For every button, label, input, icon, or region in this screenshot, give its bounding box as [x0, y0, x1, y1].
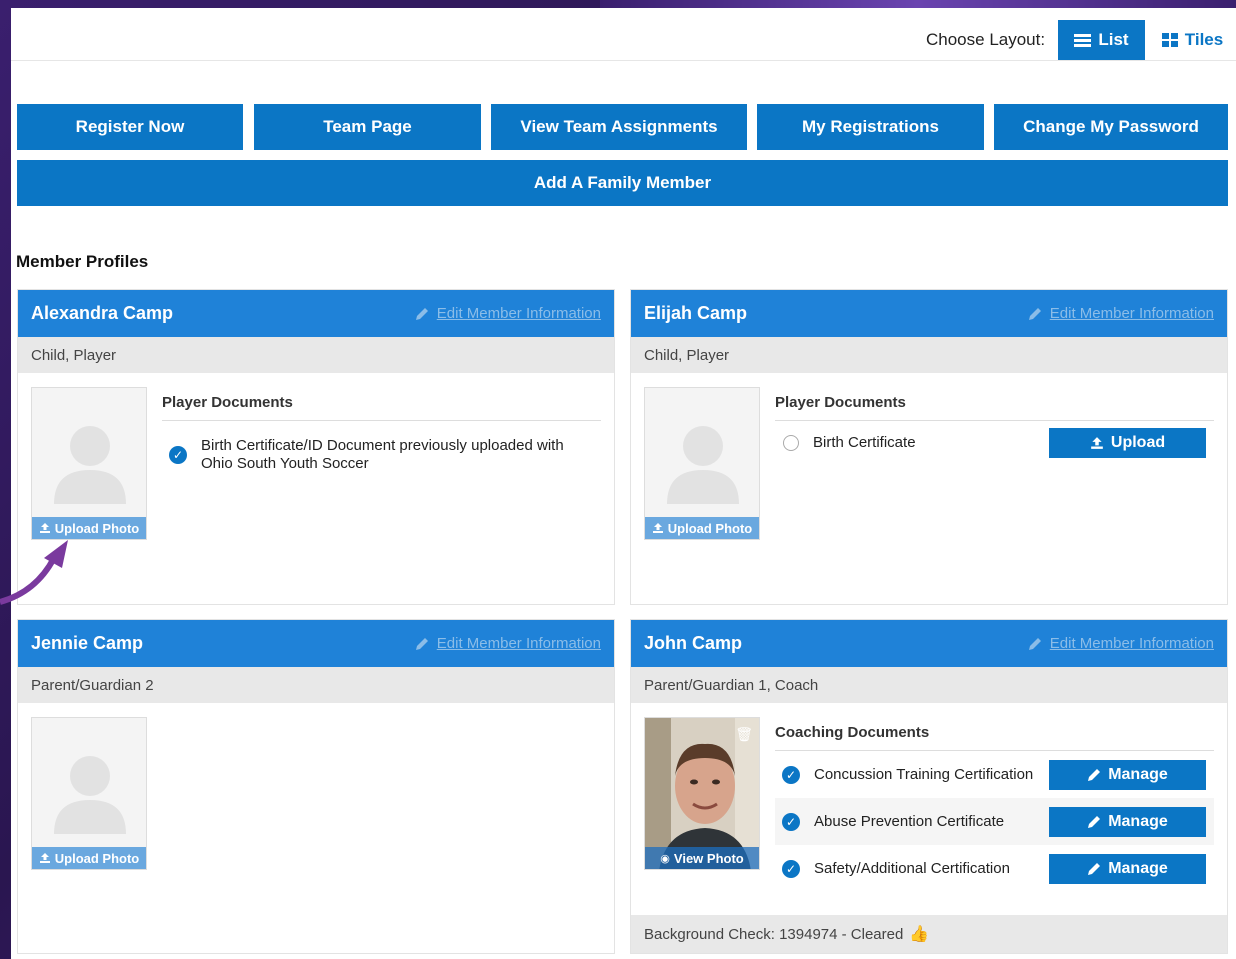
documents-section: Player Documents ✓ Birth Certificate/ID … — [162, 387, 601, 489]
eye-icon: ◉ — [660, 852, 670, 865]
documents-title: Player Documents — [775, 387, 1214, 421]
background-check-status: Background Check: 1394974 - Cleared 👍 — [631, 915, 1227, 953]
avatar-placeholder-icon — [54, 756, 126, 834]
document-name: Birth Certificate — [813, 434, 916, 451]
documents-title: Player Documents — [162, 387, 601, 421]
documents-section: Coaching Documents ✓ Concussion Training… — [775, 717, 1214, 892]
photo-box: 🗑 ◉ View Photo — [644, 717, 760, 870]
list-layout-label: List — [1098, 30, 1129, 49]
manage-document-button[interactable]: Manage — [1049, 759, 1206, 790]
view-photo-label: View Photo — [673, 850, 744, 866]
register-now-button[interactable]: Register Now — [17, 104, 243, 150]
edit-member-label: Edit Member Information — [1049, 635, 1214, 652]
member-card-elijah: Elijah Camp Edit Member Information Chil… — [630, 289, 1228, 605]
document-row: Birth Certificate Upload — [775, 421, 1214, 465]
member-role: Child, Player — [18, 337, 614, 373]
upload-icon — [39, 853, 50, 863]
document-name: Concussion Training Certification — [814, 765, 1034, 783]
upload-document-label: Upload — [1110, 434, 1166, 451]
member-role: Parent/Guardian 1, Coach — [631, 667, 1227, 703]
avatar-placeholder-icon — [54, 426, 126, 504]
view-photo-button[interactable]: ◉ View Photo — [645, 847, 759, 869]
tiles-layout-label: Tiles — [1184, 30, 1224, 49]
member-name: Jennie Camp — [31, 633, 144, 653]
annotation-arrow-icon — [0, 540, 68, 605]
tiles-icon — [1161, 33, 1178, 47]
layout-label: Choose Layout: — [926, 30, 1046, 49]
manage-document-button[interactable]: Manage — [1049, 806, 1206, 837]
edit-member-label: Edit Member Information — [436, 635, 601, 652]
pencil-icon — [1028, 307, 1041, 320]
member-role: Child, Player — [631, 337, 1227, 373]
view-team-assignments-button[interactable]: View Team Assignments — [491, 104, 747, 150]
check-circle-icon: ✓ — [782, 859, 800, 878]
member-card-jennie: Jennie Camp Edit Member Information Pare… — [17, 619, 615, 954]
list-icon — [1074, 32, 1092, 49]
card-header: Jennie Camp Edit Member Information — [18, 620, 614, 667]
check-circle-icon: ✓ — [782, 765, 800, 784]
avatar-placeholder-icon — [667, 426, 739, 504]
documents-section: Player Documents Birth Certificate Uploa… — [775, 387, 1214, 465]
upload-photo-button[interactable]: Upload Photo — [32, 847, 146, 869]
edit-member-link[interactable]: Edit Member Information — [1028, 305, 1214, 322]
pencil-icon — [415, 637, 428, 650]
card-header: Alexandra Camp Edit Member Information — [18, 290, 614, 337]
check-circle-icon: ✓ — [782, 812, 800, 831]
photo-box: Upload Photo — [31, 387, 147, 540]
manage-label: Manage — [1108, 765, 1168, 783]
pencil-icon — [1028, 637, 1041, 650]
upload-icon — [1091, 437, 1103, 449]
document-name: Birth Certificate/ID Document previously… — [201, 437, 564, 472]
member-name: Elijah Camp — [644, 303, 748, 323]
document-name: Safety/Additional Certification — [814, 859, 1010, 877]
pencil-icon — [1088, 862, 1101, 875]
upload-photo-label: Upload Photo — [54, 850, 140, 866]
pencil-icon — [1088, 815, 1101, 828]
documents-title: Coaching Documents — [775, 717, 1214, 751]
member-name: John Camp — [644, 633, 743, 653]
trash-icon[interactable]: 🗑 — [735, 726, 753, 743]
member-card-john: John Camp Edit Member Information Parent… — [630, 619, 1228, 954]
card-header: John Camp Edit Member Information — [631, 620, 1227, 667]
upload-photo-button[interactable]: Upload Photo — [645, 517, 759, 539]
document-row: ✓ Abuse Prevention Certificate Manage — [775, 798, 1214, 845]
edit-member-link[interactable]: Edit Member Information — [415, 305, 601, 322]
my-registrations-button[interactable]: My Registrations — [757, 104, 984, 150]
add-family-member-button[interactable]: Add A Family Member — [17, 160, 1228, 206]
manage-label: Manage — [1108, 859, 1168, 877]
section-title: Member Profiles — [16, 252, 149, 271]
upload-icon — [652, 523, 663, 533]
upload-photo-label: Upload Photo — [667, 520, 753, 536]
manage-document-button[interactable]: Manage — [1049, 853, 1206, 884]
edit-member-label: Edit Member Information — [1049, 305, 1214, 322]
list-layout-button[interactable]: List — [1058, 20, 1145, 60]
main-panel: Choose Layout: List Tiles Register Now T… — [11, 8, 1236, 959]
manage-label: Manage — [1108, 812, 1168, 830]
team-page-button[interactable]: Team Page — [254, 104, 481, 150]
edit-member-link[interactable]: Edit Member Information — [1028, 635, 1214, 652]
card-header: Elijah Camp Edit Member Information — [631, 290, 1227, 337]
pencil-icon — [415, 307, 428, 320]
radio-circle-icon — [783, 435, 799, 451]
background-strip — [600, 0, 1236, 8]
layout-bar: Choose Layout: List Tiles — [11, 8, 1236, 61]
photo-box: Upload Photo — [31, 717, 147, 870]
document-name: Abuse Prevention Certificate — [814, 812, 1005, 830]
document-row: ✓ Safety/Additional Certification Manage — [775, 845, 1214, 892]
member-role: Parent/Guardian 2 — [18, 667, 614, 703]
edit-member-link[interactable]: Edit Member Information — [415, 635, 601, 652]
member-name: Alexandra Camp — [31, 303, 174, 323]
thumbs-up-icon: 👍 — [909, 926, 930, 943]
background-check-text: Background Check: 1394974 - Cleared — [644, 925, 904, 943]
document-row: ✓ Concussion Training Certification Mana… — [775, 751, 1214, 798]
change-password-button[interactable]: Change My Password — [994, 104, 1228, 150]
edit-member-label: Edit Member Information — [436, 305, 601, 322]
upload-document-button[interactable]: Upload — [1049, 428, 1206, 458]
photo-box: Upload Photo — [644, 387, 760, 540]
pencil-icon — [1088, 768, 1101, 781]
document-row: ✓ Birth Certificate/ID Document previous… — [162, 421, 601, 489]
check-circle-icon: ✓ — [169, 446, 187, 464]
member-card-alexandra: Alexandra Camp Edit Member Information C… — [17, 289, 615, 605]
tiles-layout-button[interactable]: Tiles — [1149, 20, 1236, 60]
